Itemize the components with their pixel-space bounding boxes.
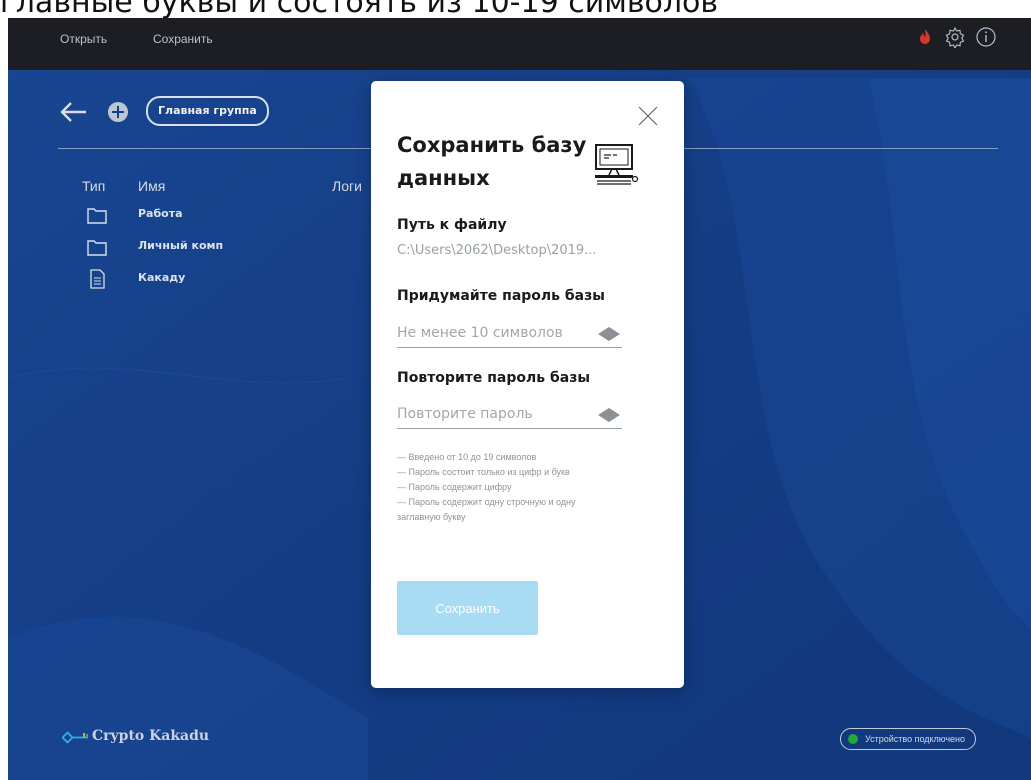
save-database-dialog: Сохранить базу данных Путь к файлу C:\Us… <box>371 81 684 688</box>
close-icon[interactable] <box>637 105 659 127</box>
repeat-password-label: Повторите пароль базы <box>397 370 590 386</box>
path-value[interactable]: C:\Users\2062\Desktop\2019... <box>397 243 597 258</box>
show-repeat-password-icon[interactable] <box>597 407 621 423</box>
rule-item: — Пароль содержит цифру <box>397 482 512 492</box>
rule-item: — Пароль состоит только из цифр и букв <box>397 467 570 477</box>
rule-item: — Введено от 10 до 19 символов <box>397 452 537 462</box>
save-button[interactable]: Сохранить <box>397 581 538 635</box>
path-label: Путь к файлу <box>397 217 507 233</box>
show-password-icon[interactable] <box>597 326 621 342</box>
password-label: Придумайте пароль базы <box>397 288 605 304</box>
password-input[interactable] <box>397 318 622 348</box>
password-rules: — Введено от 10 до 19 символов — Пароль … <box>397 450 617 525</box>
top-caption: главные буквы и состоять из 10-19 символ… <box>0 0 719 18</box>
rule-item: — Пароль содержит одну строчную и одну з… <box>397 497 576 522</box>
computer-icon <box>595 144 639 185</box>
repeat-password-input[interactable] <box>397 399 622 429</box>
dialog-title: Сохранить базу данных <box>397 133 587 190</box>
app-window: Открыть Сохранить Главная группа Тип Имя… <box>8 18 1031 780</box>
